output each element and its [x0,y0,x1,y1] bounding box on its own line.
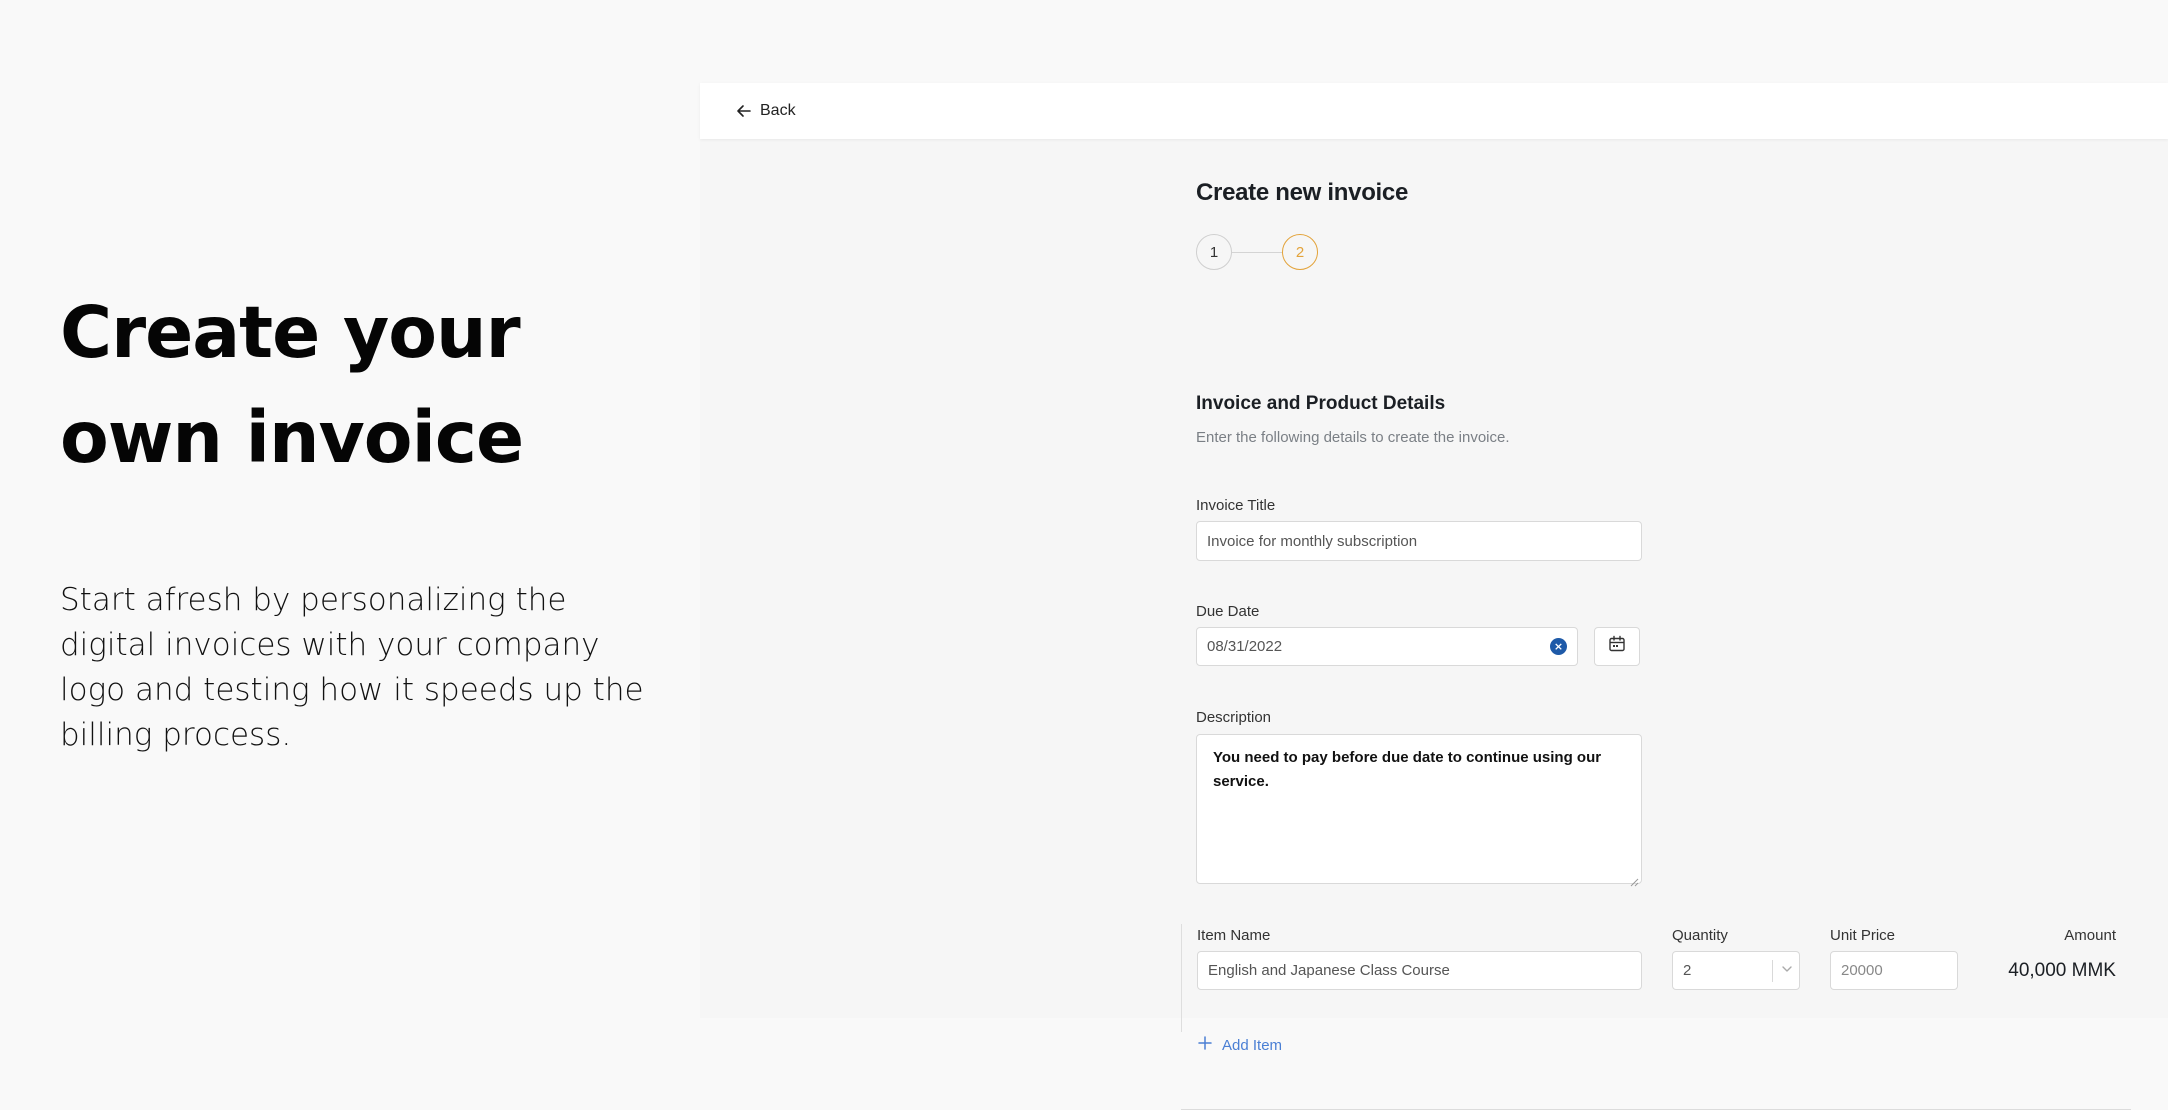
unit-price-input[interactable]: 20000 [1830,951,1958,990]
arrow-left-icon [736,103,752,119]
section-title: Invoice and Product Details [1196,393,1446,414]
calendar-icon [1608,635,1626,658]
clear-circle-icon[interactable]: × [1550,638,1567,655]
item-row-divider [1181,924,1182,1032]
item-name-input[interactable]: English and Japanese Class Course [1197,951,1642,990]
calendar-button[interactable] [1594,627,1640,666]
quantity-value: 2 [1683,962,1692,979]
invoice-form: Create new invoice 1 2 Invoice and Produ… [1181,179,2136,1110]
resize-grip-icon[interactable] [1629,871,1639,887]
amount-value: 40,000 MMK [2008,960,2116,981]
page-title: Create new invoice [1196,179,1409,206]
invoice-title-label: Invoice Title [1196,497,1276,514]
stepper: 1 2 [1196,234,1318,270]
hero-section: Create your own invoice [60,280,660,490]
hero-description: Start afresh by personalizing the digita… [60,582,644,753]
description-textarea[interactable]: You need to pay before due date to conti… [1196,734,1642,887]
quantity-separator [1772,959,1773,982]
back-button[interactable]: Back [736,102,796,120]
due-date-input[interactable]: 08/31/2022 × [1196,627,1578,666]
chevron-down-icon[interactable] [1781,962,1793,979]
invoice-app-panel: Back Create new invoice 1 2 Invoice and … [700,83,2168,1110]
step-1[interactable]: 1 [1196,234,1232,270]
section-subtitle: Enter the following details to create th… [1196,429,1510,446]
unit-price-header: Unit Price [1830,927,1896,944]
amount-header: Amount [2064,927,2116,944]
step-2-active[interactable]: 2 [1282,234,1318,270]
step-connector [1232,251,1282,253]
due-date-value: 08/31/2022 [1207,638,1283,655]
quantity-select[interactable]: 2 [1672,951,1800,990]
add-item-label: Add Item [1222,1036,1283,1054]
add-item-button[interactable]: Add Item [1198,1036,1282,1054]
invoice-title-input[interactable]: Invoice for monthly subscription [1196,521,1642,561]
item-name-header: Item Name [1197,927,1271,944]
hero-title: Create your own invoice [60,291,524,479]
plus-icon [1198,1036,1212,1054]
description-value: You need to pay before due date to conti… [1213,749,1602,790]
description-label: Description [1196,709,1272,726]
top-bar: Back [700,83,2168,139]
due-date-label: Due Date [1196,603,1260,620]
back-label: Back [760,102,796,119]
quantity-header: Quantity [1672,927,1728,944]
